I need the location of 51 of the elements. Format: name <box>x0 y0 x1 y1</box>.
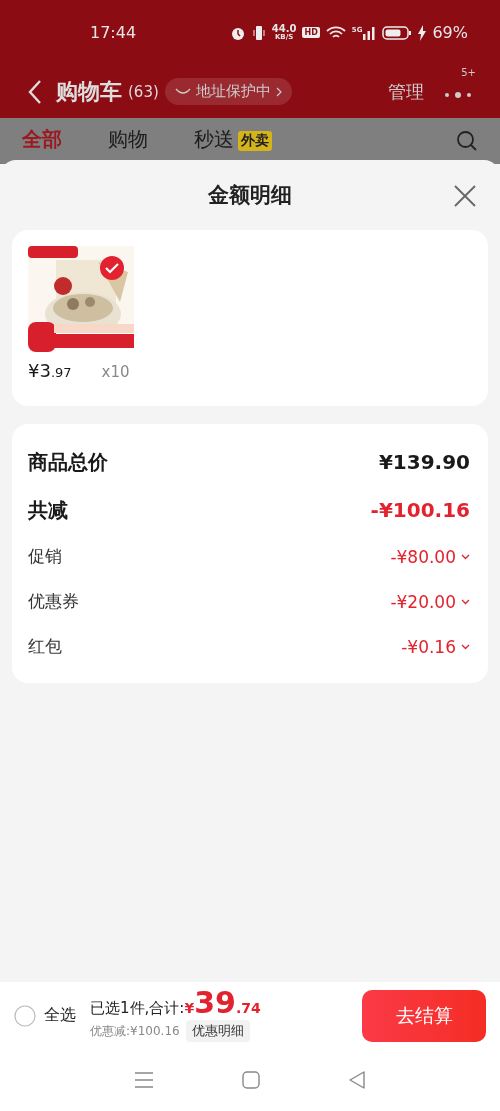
takeout-tag: 外卖 <box>238 131 272 151</box>
close-icon[interactable] <box>454 185 476 207</box>
chevron-down-icon[interactable] <box>461 598 470 605</box>
select-all-radio[interactable] <box>14 1004 36 1027</box>
smile-icon <box>174 87 191 96</box>
summary-label: 共减 <box>28 496 68 524</box>
chevron-down-icon[interactable] <box>461 643 470 650</box>
network-speed: 44.0 <box>271 23 297 33</box>
check-icon[interactable] <box>100 256 124 280</box>
more-icon[interactable] <box>444 90 472 100</box>
back-triangle-icon[interactable] <box>348 1071 366 1089</box>
status-time: 17:44 <box>90 23 137 42</box>
search-icon[interactable] <box>456 130 478 152</box>
tab[interactable]: 秒送 <box>194 118 234 164</box>
quantity: x10 <box>101 363 130 381</box>
manage-button[interactable]: 管理 <box>388 79 424 104</box>
summary-label: 商品总价 <box>28 448 108 476</box>
unit-price: ¥3.97 <box>28 360 72 381</box>
summary-label: 优惠券 <box>28 590 79 613</box>
address-protection-chip[interactable]: 地址保护中 <box>164 78 292 105</box>
wifi-icon <box>325 25 346 40</box>
sheet-title: 金额明细 <box>208 182 292 209</box>
summary-value: -¥80.00 <box>390 546 456 567</box>
select-all-label: 全选 <box>44 1005 76 1026</box>
summary-value: -¥20.00 <box>390 591 456 612</box>
cart-count: (63) <box>128 82 159 101</box>
chevron-down-icon[interactable] <box>461 553 470 560</box>
summary-value: -¥0.16 <box>401 636 456 657</box>
notification-count: 5+ <box>461 67 476 78</box>
summary-value: ¥139.90 <box>378 450 470 474</box>
hd-badge: HD <box>302 27 320 38</box>
page-title: 购物车 <box>56 77 122 106</box>
menu-icon[interactable] <box>134 1072 154 1088</box>
battery-level: 69% <box>432 23 468 42</box>
summary-value: -¥100.16 <box>370 498 470 522</box>
back-icon[interactable] <box>28 78 42 105</box>
total-price: ¥39.74 <box>184 989 261 1017</box>
home-icon[interactable] <box>242 1071 260 1089</box>
chevron-right-icon <box>275 86 282 97</box>
checkout-button[interactable]: 去结算 <box>362 989 486 1042</box>
discount-amount: 优惠减:¥100.16 <box>90 1022 180 1040</box>
charging-icon <box>418 24 427 41</box>
selected-summary: 已选1件,合计: <box>90 999 185 1018</box>
chip-label: 地址保护中 <box>195 82 271 101</box>
signal-icon <box>362 25 377 40</box>
summary-label: 促销 <box>28 545 62 568</box>
vibrate-icon <box>251 24 266 41</box>
discount-detail-button[interactable]: 优惠明细 <box>185 1020 250 1042</box>
tab[interactable]: 购物 <box>108 118 148 164</box>
battery-icon <box>382 24 413 41</box>
summary-label: 红包 <box>28 635 62 658</box>
